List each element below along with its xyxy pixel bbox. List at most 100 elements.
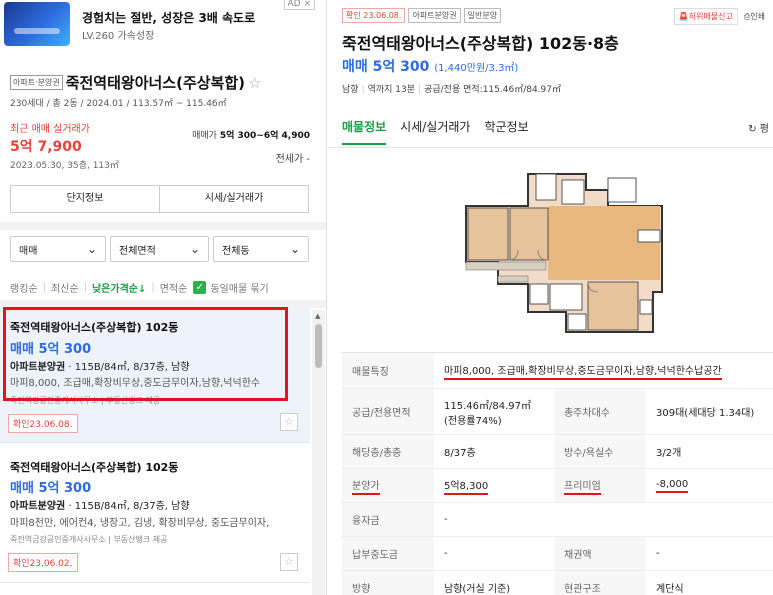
listing-spec: 아파트분양권 · 115B/84㎡, 8/37층, 남향 <box>10 358 190 373</box>
value-features: 마피8,000, 조급매,확장비무상,중도금무이자,남향,넉넉한수납공간 <box>434 353 773 388</box>
recent-trade-price: 5억 7,900 <box>10 139 82 155</box>
deal-type-select[interactable]: 매매 ⌄ <box>10 236 106 262</box>
label-premium-text: 프리미엄 <box>564 477 601 495</box>
listing-description: 마피8,000, 조급매,확장비무상,중도금무이자,남향,넉넉한수 <box>10 378 261 389</box>
detail-tabs: 매물정보 시세/실거래가 학군정보 <box>342 118 529 145</box>
listing-spec: 아파트분양권 · 115B/84㎡, 8/37층, 남향 <box>10 497 190 512</box>
unit-toggle-button[interactable]: ↻ 평 <box>748 120 769 135</box>
detail-confirm-tag: 확인 23.06.08. <box>342 8 406 23</box>
sort-area[interactable]: 면적순 <box>160 280 188 295</box>
value-area: 115.46㎡/84.97㎡(전용률74%) <box>444 400 531 427</box>
ad-close-button[interactable]: AD × <box>283 0 315 10</box>
tab-divider <box>328 147 773 148</box>
value-floor: 8/37층 <box>444 448 476 459</box>
label-sale-price: 분양가 <box>342 469 434 502</box>
detail-type-tag: 아파트분양권 <box>408 8 461 23</box>
listing-agent: 죽전역강공인중개사사무소 | 부동산뱅크 제공 <box>10 396 161 405</box>
table-row: 분양가 5억8,300 프리미엄 -8,000 <box>342 469 773 503</box>
listing-description: 마피8천만, 에어컨4, 냉장고, 김냉, 확장비무상, 중도금무이자, <box>10 518 270 529</box>
building-select[interactable]: 전체동 ⌄ <box>213 236 309 262</box>
table-row: 납부중도금 - 채권액 - <box>342 537 773 571</box>
listing-panel: 경험치는 절반, 성장은 3배 속도로 LV.260 가속성장 AD × 아파트… <box>0 0 327 595</box>
scroll-up-icon[interactable]: ▲ <box>315 312 320 320</box>
area-select[interactable]: 전체면적 ⌄ <box>110 236 209 262</box>
table-row: 해당층/총층 8/37층 방수/욕실수 3/2개 <box>342 435 773 469</box>
star-icon[interactable]: ☆ <box>280 553 298 571</box>
filter-bar: 매매 ⌄ 전체면적 ⌄ 전체동 ⌄ <box>10 236 309 262</box>
label-entrance: 현관구조 <box>554 571 646 595</box>
label-premium: 프리미엄 <box>554 469 646 502</box>
detail-actions: 🚨허위매물신고 ⎙인쇄 <box>673 8 765 25</box>
table-row: 융자금 - <box>342 503 773 537</box>
label-installment: 납부중도금 <box>342 537 434 570</box>
divider <box>0 222 326 230</box>
star-icon[interactable]: ☆ <box>280 413 298 431</box>
building-value: 전체동 <box>222 245 250 257</box>
listing-type: 아파트분양권 <box>10 501 66 512</box>
complex-type-tag: 아파트·분양권 <box>10 75 63 90</box>
listing-confirm-date: 확인23.06.08. <box>8 414 78 433</box>
recent-trade-date: 2023.05.30, 35층, 113㎡ <box>10 161 119 171</box>
refresh-icon: ↻ <box>748 124 757 135</box>
price-range-value: 5억 300~6억 4,900 <box>219 131 310 141</box>
report-fake-listing-button[interactable]: 🚨허위매물신고 <box>673 8 738 25</box>
same-listing-toggle-label[interactable]: 동일매물 묶기 <box>210 280 268 295</box>
price-range: 매매가 5억 300~6억 4,900 <box>192 128 310 141</box>
value-installment: - <box>444 548 448 559</box>
ad-subtitle: LV.260 가속성장 <box>82 31 155 42</box>
print-button[interactable]: ⎙인쇄 <box>744 11 765 22</box>
star-icon[interactable]: ☆ <box>248 74 261 92</box>
detail-price-per: (1,440만원/3.3㎡) <box>434 63 519 74</box>
tab-listing-info[interactable]: 매물정보 <box>342 118 387 145</box>
listing-type: 아파트분양권 <box>10 362 66 373</box>
check-icon[interactable]: ✓ <box>193 281 207 294</box>
chevron-down-icon: ⌄ <box>289 242 300 256</box>
floor-plan-image[interactable] <box>438 172 664 338</box>
sort-low-price[interactable]: 낮은가격순↓ <box>92 280 146 295</box>
chevron-down-icon: ⌄ <box>189 242 200 256</box>
print-label: 인쇄 <box>750 12 765 21</box>
listing-title: 죽전역태왕아너스(주상복합) 102동 <box>10 461 179 474</box>
area-value: 전체면적 <box>119 245 156 257</box>
ad-banner[interactable]: 경험치는 절반, 성장은 3배 속도로 LV.260 가속성장 AD × <box>0 0 326 60</box>
detail-sale-tag: 일반분양 <box>463 8 502 23</box>
detail-title: 죽전역태왕아너스(주상복합) 102동·8층 <box>342 34 619 53</box>
label-direction: 방향 <box>342 571 434 595</box>
listing-price: 매매 5억 300 <box>10 481 92 496</box>
sort-latest[interactable]: 최신순 <box>51 280 79 295</box>
table-row: 방향 남향(거실 기준) 현관구조 계단식 <box>342 571 773 595</box>
value-features-text: 마피8,000, 조급매,확장비무상,중도금무이자,남향,넉넉한수납공간 <box>444 362 722 380</box>
sort-bar: 랭킹순 | 최신순 | 낮은가격순↓ | 면적순 ✓ 동일매물 묶기 <box>10 280 269 295</box>
detail-direction: 남향 <box>342 85 359 95</box>
complex-info-button[interactable]: 단지정보 <box>11 186 159 212</box>
list-item[interactable]: 죽전역태왕아너스(주상복합) 102동 매매 5억 300 아파트분양권 · 1… <box>0 308 310 443</box>
scrollbar[interactable]: ▲ <box>312 310 325 595</box>
trade-price-button[interactable]: 시세/실거래가 <box>159 186 308 212</box>
deal-type-value: 매매 <box>19 245 38 257</box>
tab-trade-price[interactable]: 시세/실거래가 <box>400 118 470 145</box>
scrollbar-thumb[interactable] <box>315 324 322 368</box>
detail-price: 매매 5억 300 (1,440만원/3.3㎡) <box>342 56 518 76</box>
listing-title: 죽전역태왕아너스(주상복합) 102동 <box>10 321 179 334</box>
detail-tags: 확인 23.06.08. 아파트분양권 일반분양 <box>342 8 502 23</box>
listing-spec-detail: · 115B/84㎡, 8/37층, 남향 <box>65 362 190 373</box>
listing-detail-panel: 확인 23.06.08. 아파트분양권 일반분양 🚨허위매물신고 ⎙인쇄 죽전역… <box>328 0 773 595</box>
value-sale-price-text: 5억8,300 <box>444 477 489 495</box>
value-parking: 309대(세대당 1.34대) <box>656 408 755 419</box>
tab-school[interactable]: 학군정보 <box>484 118 528 145</box>
label-features: 매물특징 <box>342 353 434 388</box>
listing-price: 매매 5억 300 <box>10 342 92 357</box>
sort-ranking[interactable]: 랭킹순 <box>10 280 38 295</box>
value-rooms: 3/2개 <box>656 448 682 459</box>
label-rooms: 방수/욕실수 <box>554 435 646 468</box>
detail-meta: 남향 | 역까지 13분 | 공급/전용 면적:115.46㎡/84.97㎡ <box>342 85 561 95</box>
value-loan: - <box>444 514 448 525</box>
list-item[interactable]: 죽전역태왕아너스(주상복합) 102동 매매 5억 300 아파트분양권 · 1… <box>0 443 310 583</box>
detail-walk: 역까지 13분 <box>367 85 416 95</box>
detail-price-value: 매매 5억 300 <box>342 59 430 75</box>
value-bond: - <box>656 548 660 559</box>
table-row: 공급/전용면적 115.46㎡/84.97㎡(전용률74%) 총주차대수 309… <box>342 389 773 435</box>
value-direction: 남향(거실 기준) <box>444 584 511 595</box>
value-premium-text: -8,000 <box>656 479 689 493</box>
detail-area: 공급/전용 면적:115.46㎡/84.97㎡ <box>424 85 561 95</box>
